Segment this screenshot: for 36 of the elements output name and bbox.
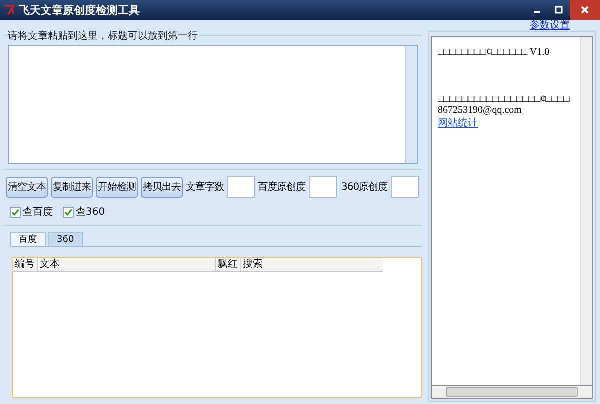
column-header[interactable]: 编号 [13,258,38,271]
stat-label: 文章字数 [186,180,224,194]
checkmark-icon [64,208,73,216]
info-text: □□□□□□□□□□□□□□□□□¢□□□□ [438,94,571,105]
horizontal-scrollbar[interactable] [431,385,593,399]
maximize-icon [554,5,564,15]
statistics-link[interactable]: 网站统计 [438,118,478,129]
stat-field[interactable] [308,176,336,198]
close-icon [580,5,590,15]
action-button[interactable]: 复制进来 [51,176,93,198]
stat-field[interactable] [390,176,419,198]
scrollbar[interactable] [580,37,592,385]
scrollbar[interactable] [405,46,417,163]
app-icon [4,4,16,16]
action-button[interactable]: 开始检测 [96,176,138,198]
checkbox-label[interactable]: 查360 [76,205,106,219]
checkmark-icon [11,208,20,216]
action-button[interactable]: 拷贝出去 [141,176,183,198]
column-header[interactable]: 飘红 [216,258,241,271]
stat-label: 百度原创度 [258,180,306,194]
tab[interactable]: 360 [48,232,84,246]
action-button[interactable]: 清空文本 [6,176,48,198]
info-text: 867253190@qq.com [438,105,523,116]
close-button[interactable] [570,0,600,20]
stat-label: 360原创度 [342,180,388,194]
checkbox-label[interactable]: 查百度 [23,205,53,219]
window-title: 飞天文章原创度检测工具 [19,2,140,18]
settings-link[interactable]: 参数设置 [530,20,570,32]
column-header[interactable]: 文本 [38,258,216,271]
column-header[interactable]: 搜索 [241,258,383,271]
stat-field[interactable] [227,176,255,198]
checkbox[interactable] [63,206,74,218]
group-label: 请将文章粘贴到这里，标题可以放到第一行 [8,29,200,43]
checkbox[interactable] [10,206,21,218]
tab[interactable]: 百度 [10,232,46,246]
info-text: □□□□□□□□¢□□□□□□ V1.0 [438,47,551,58]
